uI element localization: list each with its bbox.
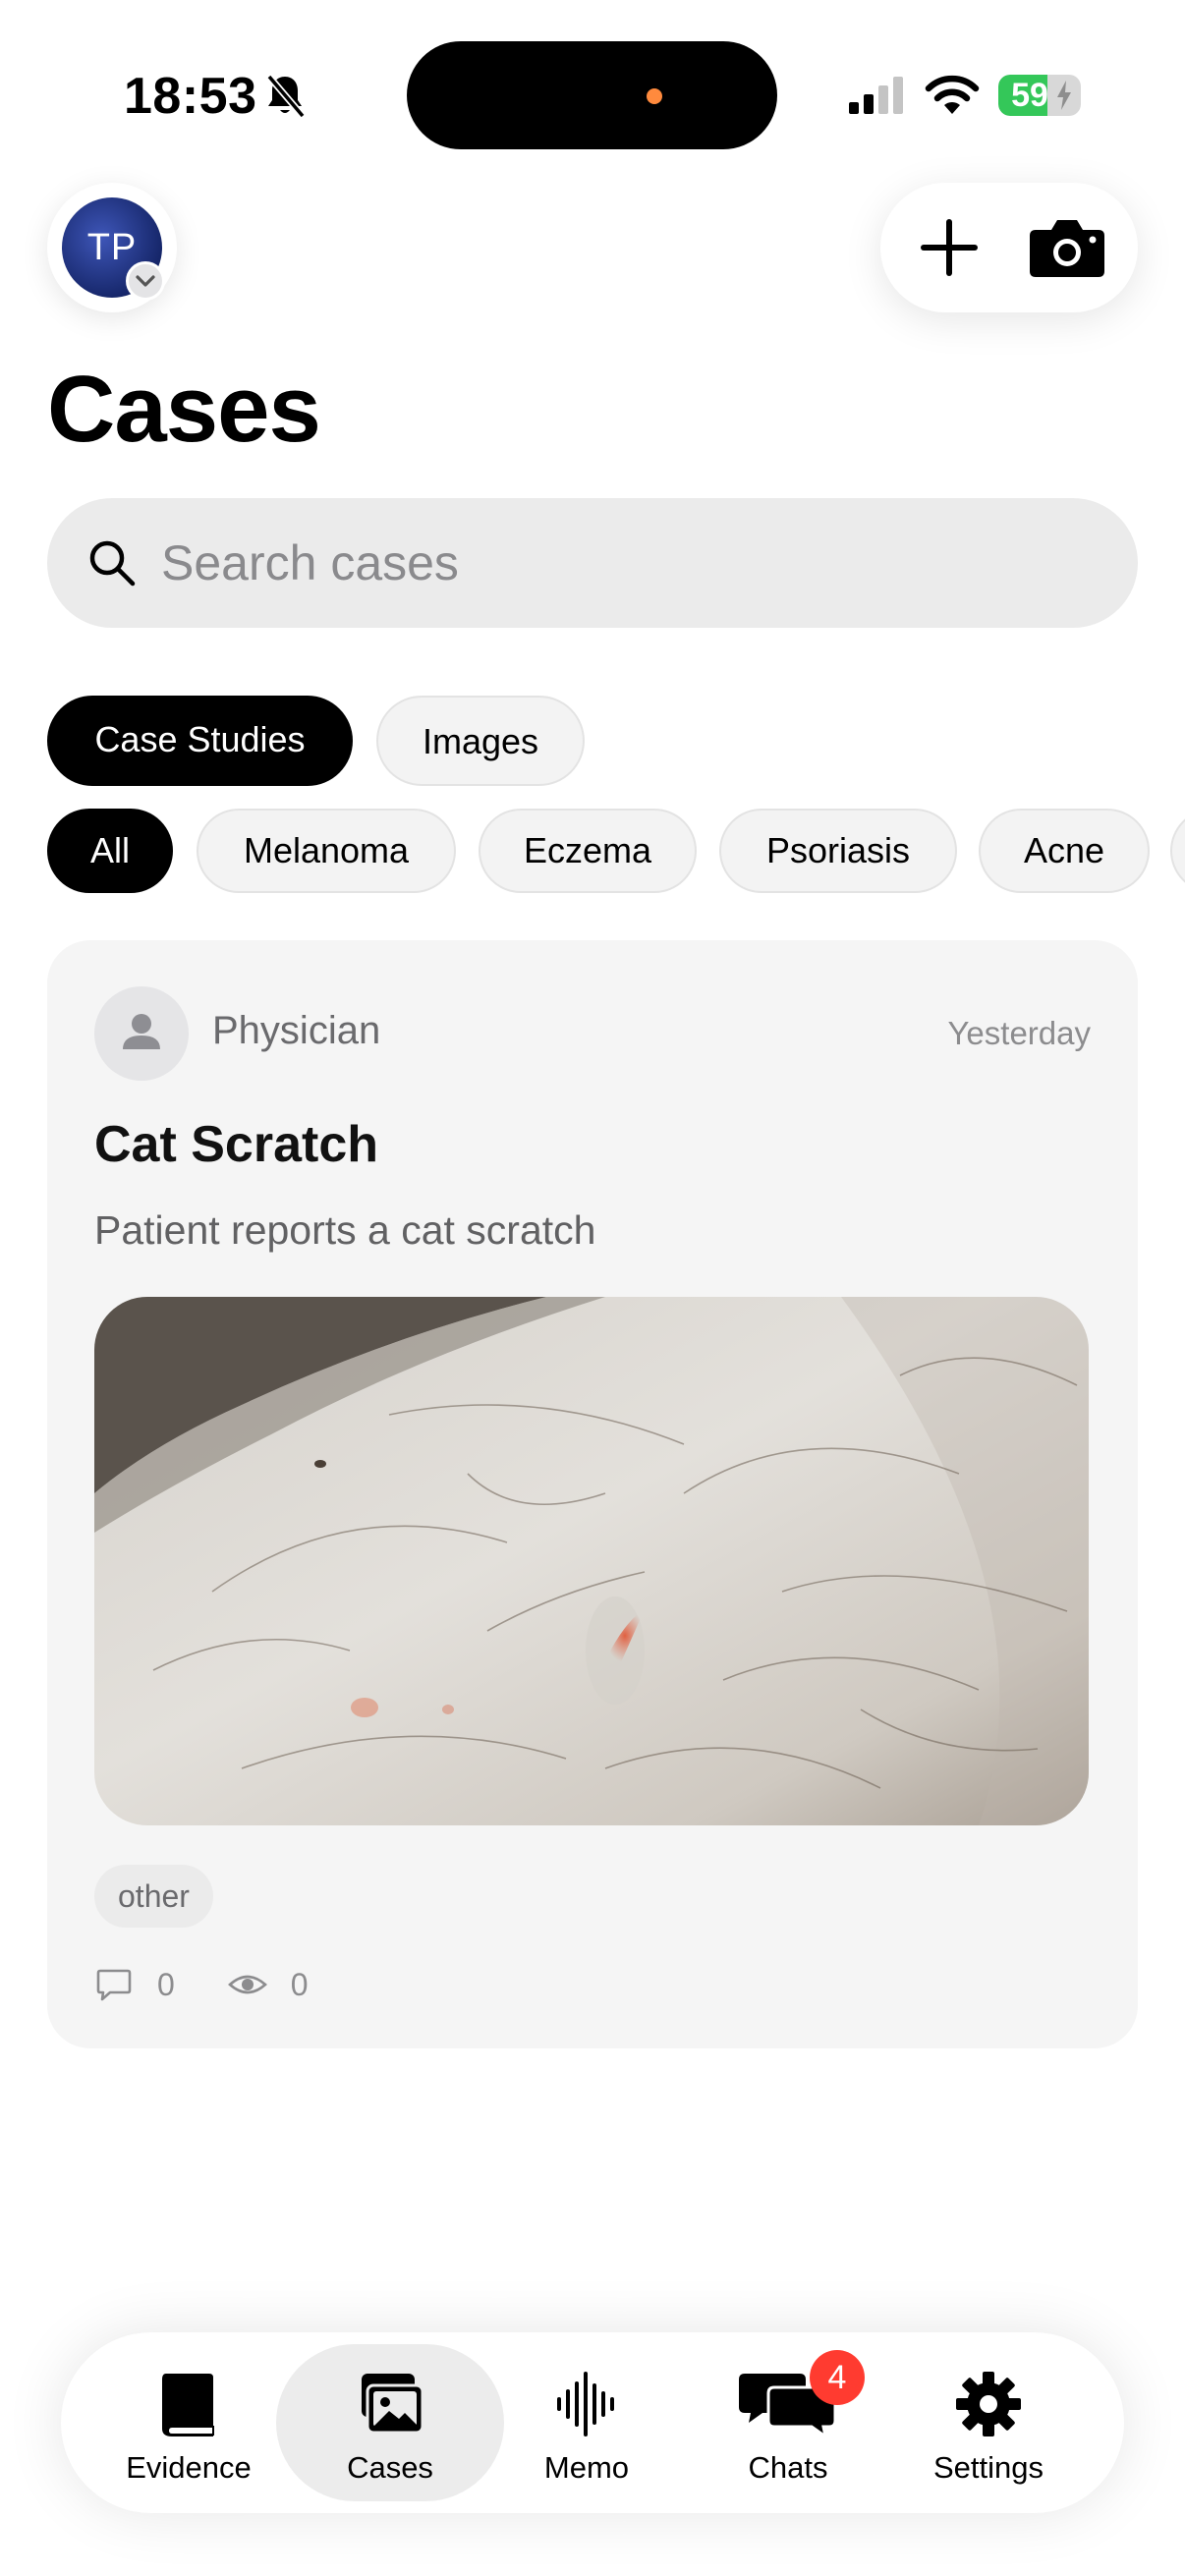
- bell-slash-icon: [266, 74, 306, 119]
- tab-label: Memo: [543, 2450, 630, 2485]
- person-icon: [123, 1014, 160, 1049]
- profile-button[interactable]: TP: [47, 183, 177, 312]
- page-title: Cases: [47, 357, 321, 462]
- add-case-button[interactable]: [900, 208, 998, 287]
- tab-label: Settings: [932, 2450, 1044, 2485]
- filter-chips: All Melanoma Eczema Psoriasis Acne: [47, 809, 1185, 893]
- tab-cases[interactable]: Cases: [276, 2344, 504, 2501]
- cellular-signal-icon: [849, 77, 903, 114]
- waveform-icon: [557, 2372, 614, 2436]
- filter-chip-psoriasis[interactable]: Psoriasis: [719, 809, 957, 893]
- case-description: Patient reports a cat scratch: [94, 1207, 596, 1253]
- author-avatar: [94, 986, 189, 1081]
- case-card[interactable]: Physician Yesterday Cat Scratch Patient …: [47, 940, 1138, 2048]
- author-name: Physician: [212, 1009, 381, 1052]
- tab-memo[interactable]: Memo: [484, 2344, 689, 2501]
- camera-icon: [1030, 220, 1104, 277]
- eye-icon: [227, 1975, 267, 1994]
- search-input[interactable]: [161, 534, 1045, 591]
- filter-chip-eczema[interactable]: Eczema: [479, 809, 697, 893]
- filter-chip-more[interactable]: [1170, 809, 1185, 893]
- tab-bar: Evidence Cases Memo 4 Chats Settings: [61, 2332, 1124, 2513]
- segment-images[interactable]: Images: [376, 696, 585, 786]
- battery-indicator: 59: [998, 75, 1081, 116]
- header-actions: [880, 183, 1138, 312]
- book-icon: [162, 2374, 214, 2436]
- comment-count: 0: [157, 1966, 175, 2002]
- tab-label: Cases: [347, 2450, 433, 2485]
- case-tag[interactable]: other: [94, 1865, 213, 1928]
- chevron-down-icon: [136, 275, 155, 287]
- dynamic-island: [407, 41, 777, 149]
- case-stats: 0 0: [94, 1960, 309, 2009]
- tab-settings[interactable]: Settings: [886, 2344, 1091, 2501]
- photos-icon: [362, 2374, 424, 2435]
- plus-icon: [921, 219, 978, 276]
- camera-button[interactable]: [1018, 208, 1116, 287]
- skin-photo: [94, 1297, 1089, 1825]
- case-photo[interactable]: [94, 1297, 1089, 1825]
- tab-evidence[interactable]: Evidence: [86, 2344, 291, 2501]
- tab-label: Evidence: [126, 2450, 252, 2485]
- gear-icon: [956, 2372, 1021, 2436]
- search-bar[interactable]: [47, 498, 1138, 628]
- status-time: 18:53: [124, 68, 257, 125]
- view-count: 0: [290, 1966, 309, 2002]
- tab-label: Chats: [748, 2450, 828, 2485]
- wifi-icon: [925, 75, 980, 114]
- charging-bolt-icon: [1057, 81, 1071, 110]
- privacy-indicator-dot: [647, 88, 662, 104]
- chats-unread-badge: 4: [810, 2350, 865, 2405]
- battery-percentage: 59: [1011, 77, 1048, 114]
- filter-chip-melanoma[interactable]: Melanoma: [197, 809, 456, 893]
- filter-chip-all[interactable]: All: [47, 809, 173, 893]
- filter-chip-acne[interactable]: Acne: [979, 809, 1150, 893]
- post-timestamp: Yesterday: [947, 1015, 1091, 1051]
- comment-icon: [96, 1969, 132, 2001]
- segment-case-studies[interactable]: Case Studies: [47, 696, 353, 786]
- search-icon: [89, 540, 136, 587]
- tab-chats[interactable]: 4 Chats: [686, 2344, 890, 2501]
- case-title: Cat Scratch: [94, 1116, 378, 1173]
- chevron-down-badge: [126, 261, 165, 301]
